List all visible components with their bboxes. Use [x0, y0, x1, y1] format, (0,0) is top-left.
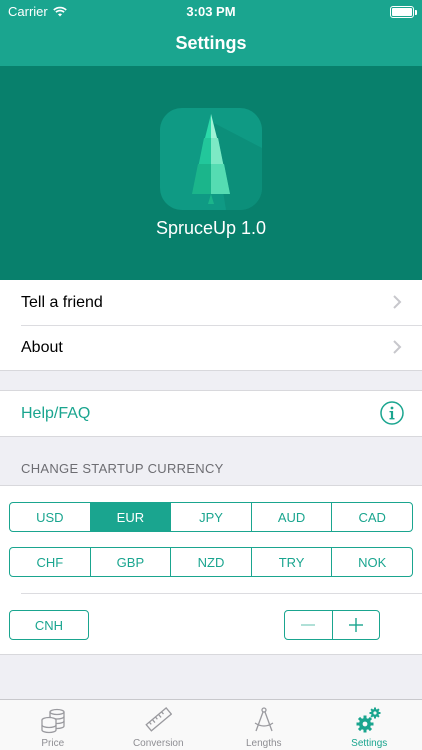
currency-aud-button[interactable]: AUD	[250, 503, 332, 531]
menu-group: Tell a friend About	[0, 280, 422, 371]
tab-conversion[interactable]: Conversion	[106, 700, 212, 750]
help-group: Help/FAQ	[0, 390, 422, 437]
divider	[21, 593, 422, 594]
app-hero: SpruceUp 1.0	[0, 66, 422, 280]
tab-settings-label: Settings	[351, 738, 388, 749]
tab-lengths[interactable]: Lengths	[211, 700, 317, 750]
nav-bar: Settings	[0, 24, 422, 66]
currency-try-button[interactable]: TRY	[250, 548, 332, 576]
app-name: SpruceUp 1.0	[155, 218, 267, 238]
currency-gbp-button[interactable]: GBP	[89, 548, 171, 576]
ruler-icon	[145, 707, 173, 732]
tab-settings[interactable]: Settings	[317, 700, 422, 750]
currency-panel: USD EUR JPY AUD CAD CHF GBP NZD TRY NOK …	[0, 485, 422, 655]
status-time: 3:03 PM	[186, 4, 236, 19]
about-row[interactable]: About	[0, 325, 422, 370]
currency-cnh-button[interactable]: CNH	[9, 610, 89, 640]
tell-a-friend-row[interactable]: Tell a friend	[0, 280, 422, 325]
minus-icon	[301, 624, 316, 626]
tab-price-label: Price	[41, 738, 65, 749]
plus-icon	[348, 618, 363, 632]
currency-nok-button[interactable]: NOK	[331, 548, 412, 576]
page-title: Settings	[175, 33, 247, 53]
compass-icon	[254, 707, 274, 732]
about-label: About	[21, 338, 63, 356]
currency-segment-row-2: CHF GBP NZD TRY NOK	[9, 547, 413, 577]
currency-cad-button[interactable]: CAD	[331, 503, 412, 531]
gears-icon	[356, 707, 381, 733]
chevron-right-icon	[393, 340, 402, 354]
currency-usd-button[interactable]: USD	[10, 503, 90, 531]
minus-button[interactable]	[285, 611, 332, 639]
info-icon[interactable]	[380, 401, 404, 425]
currency-stepper	[284, 610, 380, 640]
tab-bar: Price Conversion Lengths Settings	[0, 699, 422, 750]
tell-a-friend-label: Tell a friend	[21, 293, 103, 311]
coins-icon	[41, 708, 65, 734]
chevron-right-icon	[393, 295, 402, 309]
battery-icon	[390, 6, 417, 18]
tab-price[interactable]: Price	[0, 700, 106, 750]
tab-lengths-label: Lengths	[245, 738, 282, 749]
currency-section-header: CHANGE STARTUP CURRENCY	[21, 461, 224, 476]
app-logo-icon	[160, 108, 262, 210]
currency-segment-row-1: USD EUR JPY AUD CAD	[9, 502, 413, 532]
currency-chf-button[interactable]: CHF	[10, 548, 90, 576]
status-bar: Carrier 3:03 PM	[0, 0, 422, 24]
currency-jpy-button[interactable]: JPY	[170, 503, 251, 531]
tab-conversion-label: Conversion	[132, 738, 184, 749]
currency-eur-button[interactable]: EUR	[89, 503, 171, 531]
help-faq-label: Help/FAQ	[21, 404, 91, 422]
help-faq-row[interactable]: Help/FAQ	[0, 391, 422, 436]
plus-button[interactable]	[331, 611, 380, 639]
currency-nzd-button[interactable]: NZD	[170, 548, 251, 576]
